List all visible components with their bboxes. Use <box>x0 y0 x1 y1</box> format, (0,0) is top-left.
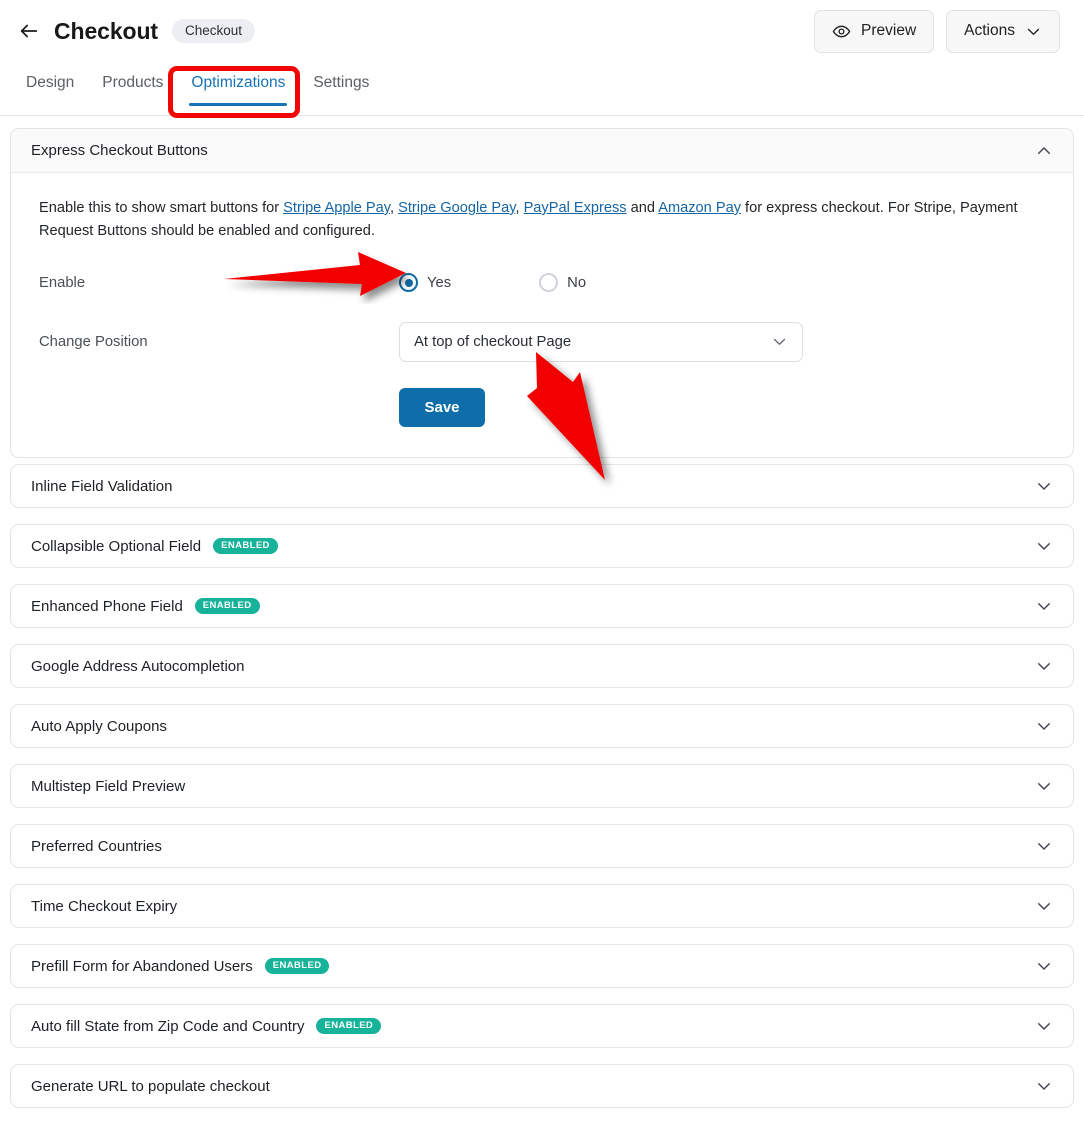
top-bar: Checkout Checkout Preview Actions <box>0 0 1084 62</box>
preview-button[interactable]: Preview <box>814 9 935 53</box>
status-badge: Checkout <box>172 18 256 44</box>
accordion-row[interactable]: Inline Field Validation <box>10 464 1074 508</box>
enable-yes-label: Yes <box>427 274 452 291</box>
chevron-down-icon[interactable] <box>1035 837 1053 855</box>
desc-sep2: , <box>515 200 524 216</box>
page-title: Checkout <box>54 17 158 44</box>
accordion-row-label: Multistep Field Preview <box>31 777 186 795</box>
desc-sep3: and <box>626 200 659 216</box>
accordion-row[interactable]: Auto fill State from Zip Code and Countr… <box>10 1004 1074 1048</box>
accordion-row[interactable]: Time Checkout Expiry <box>10 884 1074 928</box>
save-row: Save <box>39 387 1045 427</box>
chevron-down-icon[interactable] <box>1035 1077 1053 1095</box>
enable-no-label: No <box>567 274 587 291</box>
optimizations-accordion-list: Inline Field Validation Collapsible Optio… <box>10 464 1074 1124</box>
accordion-row-label: Prefill Form for Abandoned Users <box>31 957 253 975</box>
chevron-down-icon[interactable] <box>1035 957 1053 975</box>
accordion-row[interactable]: Enhanced Phone Field ENABLED <box>10 584 1074 628</box>
chevron-down-icon[interactable] <box>1035 477 1053 495</box>
enable-no-radio[interactable]: No <box>539 273 587 293</box>
desc-sep1: , <box>390 200 399 216</box>
panel-description: Enable this to show smart buttons for St… <box>39 197 1045 244</box>
chevron-down-icon[interactable] <box>1035 1017 1053 1035</box>
accordion-row[interactable]: Prefill Form for Abandoned Users ENABLED <box>10 944 1074 988</box>
chevron-down-icon[interactable] <box>1035 657 1053 675</box>
panel-body: Enable this to show smart buttons for St… <box>11 173 1073 457</box>
status-badge: ENABLED <box>194 597 260 615</box>
radio-unselected-icon <box>539 273 559 293</box>
accordion-row-label: Inline Field Validation <box>31 477 173 495</box>
status-badge: ENABLED <box>316 1017 382 1035</box>
tab-optimizations[interactable]: Optimizations <box>177 62 299 106</box>
tab-bar: Design Products Optimizations Settings <box>0 62 1084 116</box>
accordion-row[interactable]: Auto Apply Coupons <box>10 704 1074 748</box>
eye-icon <box>832 25 851 37</box>
accordion-row-label: Auto Apply Coupons <box>31 717 167 735</box>
chevron-down-icon <box>773 338 786 346</box>
paypal-express-link[interactable]: PayPal Express <box>524 200 627 216</box>
change-position-row: Change Position At top of checkout Page <box>39 321 1045 362</box>
accordion-row-label: Auto fill State from Zip Code and Countr… <box>31 1017 305 1035</box>
enable-label: Enable <box>39 274 86 291</box>
tab-settings[interactable]: Settings <box>299 62 383 106</box>
express-checkout-buttons-panel: Express Checkout Buttons Enable this to … <box>10 128 1074 458</box>
desc-part1: Enable this to show smart buttons for <box>39 200 284 216</box>
accordion-row[interactable]: Multistep Field Preview <box>10 764 1074 808</box>
chevron-down-icon[interactable] <box>1035 597 1053 615</box>
chevron-up-icon[interactable] <box>1035 142 1053 160</box>
enable-radio-group: Yes No <box>399 273 587 293</box>
chevron-down-icon[interactable] <box>1035 897 1053 915</box>
accordion-row-label: Time Checkout Expiry <box>31 897 178 915</box>
tab-design[interactable]: Design <box>12 62 88 106</box>
accordion-row[interactable]: Google Address Autocompletion <box>10 644 1074 688</box>
accordion-row[interactable]: Collapsible Optional Field ENABLED <box>10 524 1074 568</box>
back-button[interactable] <box>12 14 46 48</box>
arrow-left-icon <box>20 24 38 38</box>
stripe-apple-pay-link[interactable]: Stripe Apple Pay <box>283 200 390 216</box>
express-checkout-buttons-header[interactable]: Express Checkout Buttons <box>11 129 1073 173</box>
accordion-row-label: Generate URL to populate checkout <box>31 1077 270 1095</box>
amazon-pay-link[interactable]: Amazon Pay <box>658 200 741 216</box>
preview-button-label: Preview <box>861 22 917 39</box>
accordion-row-label: Preferred Countries <box>31 837 162 855</box>
stripe-google-pay-link[interactable]: Stripe Google Pay <box>398 200 515 216</box>
enable-row: Enable Yes No <box>39 266 1045 300</box>
tab-products[interactable]: Products <box>88 62 177 106</box>
accordion-row[interactable]: Generate URL to populate checkout <box>10 1064 1074 1108</box>
status-badge: ENABLED <box>213 537 278 555</box>
accordion-row-label: Enhanced Phone Field <box>31 597 183 615</box>
chevron-down-icon[interactable] <box>1035 537 1053 555</box>
radio-selected-icon <box>399 273 418 293</box>
change-position-select[interactable]: At top of checkout Page <box>399 321 803 362</box>
chevron-down-icon[interactable] <box>1035 717 1053 735</box>
change-position-label: Change Position <box>39 333 148 350</box>
accordion-row-label: Google Address Autocompletion <box>31 657 245 675</box>
enable-yes-radio[interactable]: Yes <box>399 273 452 293</box>
actions-button[interactable]: Actions <box>946 9 1060 53</box>
save-button[interactable]: Save <box>399 387 485 427</box>
chevron-down-icon[interactable] <box>1035 777 1053 795</box>
status-badge: ENABLED <box>264 957 330 975</box>
change-position-value: At top of checkout Page <box>414 333 572 350</box>
accordion-row[interactable]: Preferred Countries <box>10 824 1074 868</box>
accordion-row-label: Collapsible Optional Field <box>31 537 202 555</box>
actions-button-label: Actions <box>964 22 1015 39</box>
chevron-down-icon <box>1027 28 1040 35</box>
panel-title: Express Checkout Buttons <box>31 142 208 159</box>
